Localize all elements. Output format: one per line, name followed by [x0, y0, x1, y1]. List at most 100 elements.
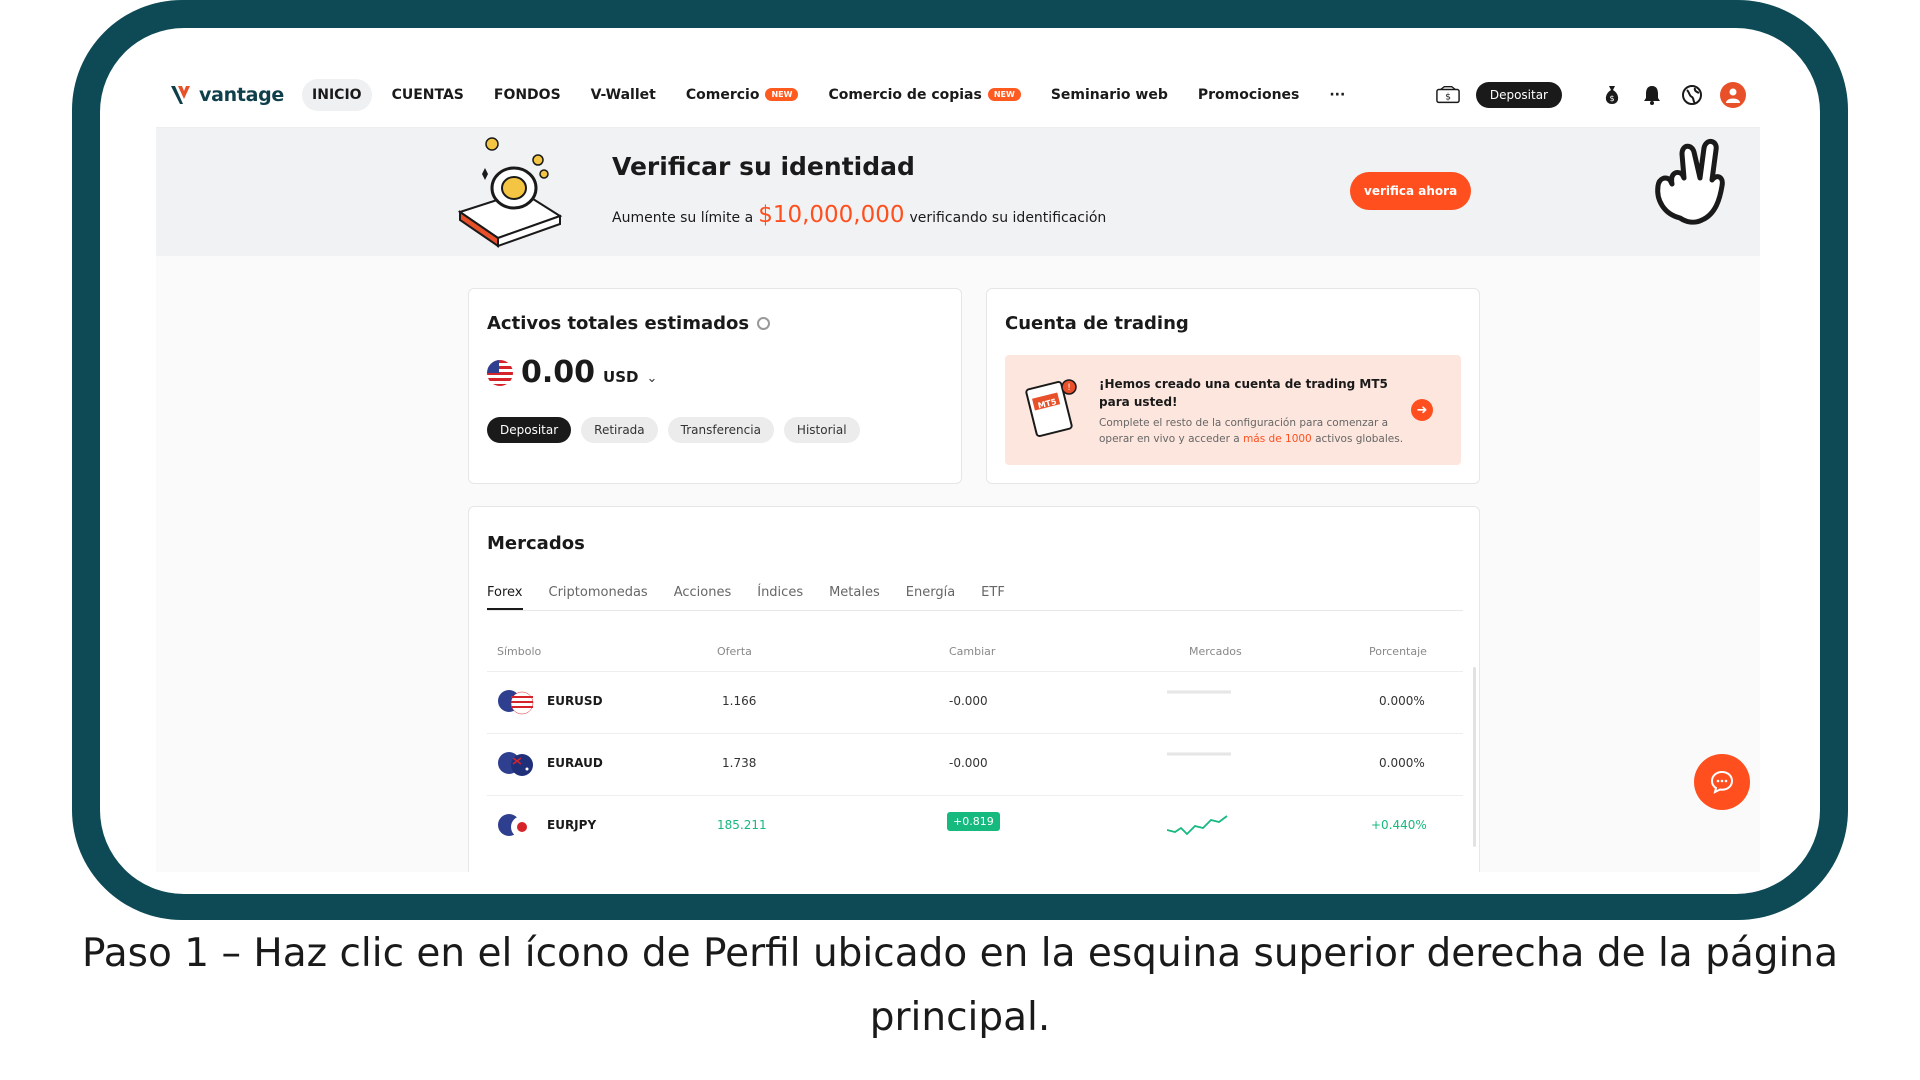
top-navigation: vantage INICIO CUENTAS FONDOS V-Wallet C… [156, 62, 1760, 128]
user-icon [1726, 88, 1740, 103]
transfer-button[interactable]: Transferencia [667, 417, 774, 443]
trading-title: Cuenta de trading [1005, 313, 1189, 334]
profile-avatar[interactable] [1720, 82, 1746, 108]
globe-icon[interactable] [1680, 83, 1704, 107]
euraud-flags-icon [498, 752, 533, 776]
estimated-assets-card: Activos totales estimados 0.00 USD ⌄ Dep… [468, 288, 962, 484]
change-cell: +0.819 [947, 812, 1000, 831]
svg-text:!: ! [1067, 383, 1071, 393]
step-caption: Paso 1 – Haz clic en el ícono de Perfil … [82, 931, 1838, 1040]
verification-illustration [457, 137, 563, 248]
percent-cell: 0.000% [1379, 756, 1425, 770]
table-row[interactable]: EURUSD 1.166 -0.000 0.000% [487, 671, 1463, 733]
withdraw-button[interactable]: Retirada [581, 417, 658, 443]
sparkline [1167, 752, 1231, 756]
column-header-change: Cambiar [949, 645, 996, 658]
nav-label: FONDOS [493, 86, 561, 103]
eurusd-flags-icon [498, 690, 534, 715]
percent-cell: +0.440% [1371, 818, 1427, 832]
change-cell: -0.000 [949, 756, 988, 770]
column-header-bid: Oferta [717, 645, 752, 658]
vantage-logo-icon [171, 85, 190, 104]
vantage-logo[interactable]: vantage [170, 84, 284, 106]
history-button[interactable]: Historial [783, 417, 860, 443]
column-header-markets: Mercados [1189, 645, 1242, 658]
new-badge: NEW [987, 88, 1021, 101]
assets-title-row: Activos totales estimados [487, 313, 771, 334]
mt5-card-illustration: MT5 ! [1025, 379, 1077, 438]
nav-label: Comercio de copias [828, 86, 982, 103]
svg-text:$: $ [1445, 92, 1451, 103]
bid-cell: 1.738 [722, 756, 757, 770]
assets-title: Activos totales estimados [487, 313, 750, 334]
chat-icon [1710, 770, 1734, 794]
nav-item-promociones[interactable]: Promociones [1188, 79, 1310, 111]
logo-text: vantage [199, 83, 285, 106]
markets-title: Mercados [487, 533, 585, 554]
promo-heading: ¡Hemos creado una cuenta de trading MT5 … [1099, 377, 1388, 409]
svg-text:$: $ [1609, 94, 1614, 103]
screenshot-container: vantage INICIO CUENTAS FONDOS V-Wallet C… [100, 28, 1820, 894]
nav-item-inicio[interactable]: INICIO [302, 78, 372, 111]
tab-energia[interactable]: Energía [906, 585, 955, 610]
banner-amount: $10,000,000 [758, 202, 905, 228]
sparkline [1167, 690, 1231, 694]
more-menu-button[interactable]: ··· [1319, 79, 1355, 111]
currency-selector[interactable]: USD [603, 368, 638, 386]
column-header-symbol: Símbolo [497, 645, 542, 658]
nav-right-actions: $ Depositar $ [1436, 62, 1746, 128]
nav-label: Seminario web [1050, 86, 1168, 103]
verify-identity-banner: Verificar su identidad Aumente su límite… [156, 128, 1760, 256]
bid-cell: 185.211 [717, 818, 767, 832]
nav-label: CUENTAS [391, 86, 464, 103]
arrow-right-icon[interactable]: ➜ [1411, 399, 1433, 421]
tab-indices[interactable]: Índices [757, 585, 803, 610]
nav-item-comercio[interactable]: Comercio NEW [676, 79, 809, 111]
promo-body-post: activos globales. [1315, 433, 1404, 445]
chevron-down-icon[interactable]: ⌄ [646, 371, 657, 386]
symbol-cell: EURJPY [547, 818, 597, 832]
markets-card: Mercados Forex Criptomonedas Acciones Ín… [468, 506, 1480, 872]
promo-body: Complete el resto de la configuración pa… [1099, 415, 1419, 447]
assets-actions: Depositar Retirada Transferencia Histori… [487, 417, 860, 443]
cash-icon[interactable]: $ [1436, 83, 1460, 107]
tab-criptomonedas[interactable]: Criptomonedas [549, 585, 648, 610]
us-flag-icon [487, 360, 513, 386]
verify-now-button[interactable]: verifica ahora [1350, 172, 1472, 210]
symbol-cell: EURUSD [547, 694, 603, 708]
chat-support-button[interactable] [1694, 754, 1750, 810]
balance-amount: 0.00 [521, 355, 596, 390]
promo-body-highlight: más de 1000 [1243, 433, 1312, 445]
percent-cell: 0.000% [1379, 694, 1425, 708]
nav-label: INICIO [312, 86, 362, 103]
mt5-account-promo[interactable]: MT5 ! ¡Hemos creado una cuenta de tradin… [1005, 355, 1461, 465]
bid-cell: 1.166 [722, 694, 757, 708]
tab-forex[interactable]: Forex [487, 585, 523, 610]
table-row[interactable]: EURJPY 185.211 +0.819 +0.440% [487, 795, 1463, 857]
nav-item-comercio-de-copias[interactable]: Comercio de copias NEW [818, 79, 1030, 111]
markets-tabs: Forex Criptomonedas Acciones Índices Met… [487, 585, 1463, 611]
balance-display: 0.00 USD ⌄ [487, 355, 657, 390]
new-badge: NEW [765, 88, 799, 101]
nav-item-v-wallet[interactable]: V-Wallet [581, 79, 666, 111]
money-bag-icon[interactable]: $ [1600, 83, 1624, 107]
table-scrollbar[interactable] [1473, 667, 1476, 847]
bell-icon[interactable] [1640, 83, 1664, 107]
nav-item-cuentas[interactable]: CUENTAS [382, 79, 474, 111]
banner-subtitle-post: verificando su identificación [909, 210, 1107, 226]
nav-item-seminario-web[interactable]: Seminario web [1041, 79, 1178, 111]
info-icon[interactable] [757, 317, 771, 330]
tab-acciones[interactable]: Acciones [674, 585, 732, 610]
eurjpy-flags-icon [498, 814, 533, 838]
table-row[interactable]: EURAUD 1.738 -0.000 0.000% [487, 733, 1463, 795]
tab-etf[interactable]: ETF [981, 585, 1005, 610]
nav-item-fondos[interactable]: FONDOS [484, 79, 571, 111]
deposit-button-top[interactable]: Depositar [1475, 82, 1562, 108]
deposit-button[interactable]: Depositar [487, 417, 572, 443]
tab-metales[interactable]: Metales [829, 585, 880, 610]
trading-account-card: Cuenta de trading MT5 ! ¡Hemos creado un… [986, 288, 1480, 484]
vantage-dashboard: vantage INICIO CUENTAS FONDOS V-Wallet C… [156, 62, 1760, 872]
nav-label: Comercio [685, 86, 760, 103]
banner-subtitle: Aumente su límite a $10,000,000 verifica… [612, 202, 1106, 228]
change-cell: -0.000 [949, 694, 988, 708]
